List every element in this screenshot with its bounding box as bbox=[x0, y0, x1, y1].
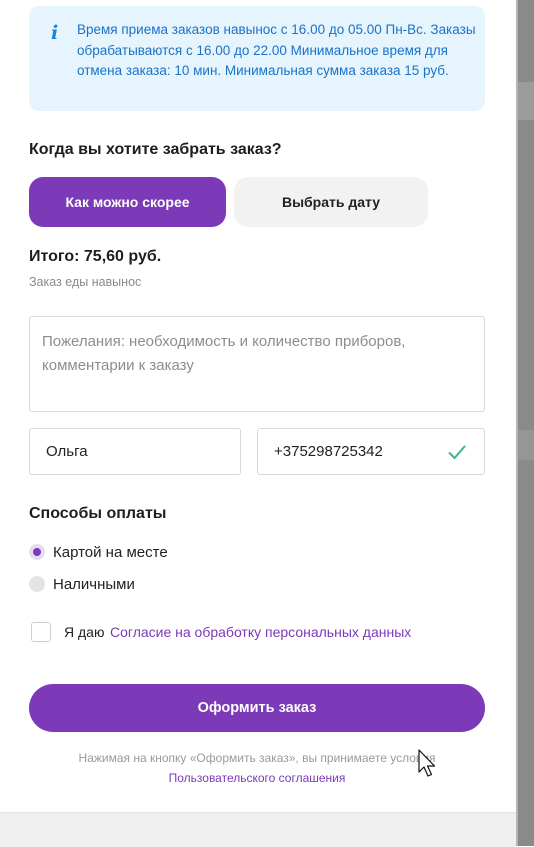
payment-cash-label[interactable]: Наличными bbox=[53, 576, 135, 593]
mouse-cursor-icon bbox=[418, 749, 436, 777]
order-panel: i Время приема заказов навынос с 16.00 д… bbox=[0, 0, 516, 812]
info-icon: i bbox=[51, 22, 59, 44]
submit-order-button[interactable]: Оформить заказ bbox=[29, 684, 485, 732]
payment-card-radio[interactable] bbox=[29, 544, 45, 560]
info-banner: i Время приема заказов навынос с 16.00 д… bbox=[29, 6, 485, 111]
consent-prefix-text: Я даю bbox=[64, 624, 105, 640]
terms-disclaimer: Нажимая на кнопку «Оформить заказ», вы п… bbox=[78, 751, 436, 765]
user-agreement-link[interactable]: Пользовательского соглашения bbox=[29, 771, 485, 785]
asap-button[interactable]: Как можно скорее bbox=[29, 177, 226, 227]
payment-methods-heading: Способы оплаты bbox=[29, 505, 167, 522]
payment-cash-radio[interactable] bbox=[29, 576, 45, 592]
pickup-time-heading: Когда вы хотите забрать заказ? bbox=[29, 141, 282, 158]
consent-checkbox[interactable] bbox=[31, 622, 51, 642]
check-icon bbox=[448, 445, 466, 460]
order-total: Итого: 75,60 руб. bbox=[29, 248, 162, 265]
page-backdrop-bottom bbox=[0, 812, 516, 847]
order-type-label: Заказ еды навынос bbox=[29, 275, 142, 289]
info-text: Время приема заказов навынос с 16.00 до … bbox=[77, 22, 476, 78]
name-input[interactable] bbox=[29, 428, 241, 475]
payment-card-label[interactable]: Картой на месте bbox=[53, 544, 168, 561]
wishes-textarea[interactable] bbox=[29, 316, 485, 412]
choose-date-button[interactable]: Выбрать дату bbox=[234, 177, 428, 227]
consent-link[interactable]: Согласие на обработку персональных данны… bbox=[110, 624, 411, 640]
page-backdrop-right bbox=[516, 0, 534, 846]
